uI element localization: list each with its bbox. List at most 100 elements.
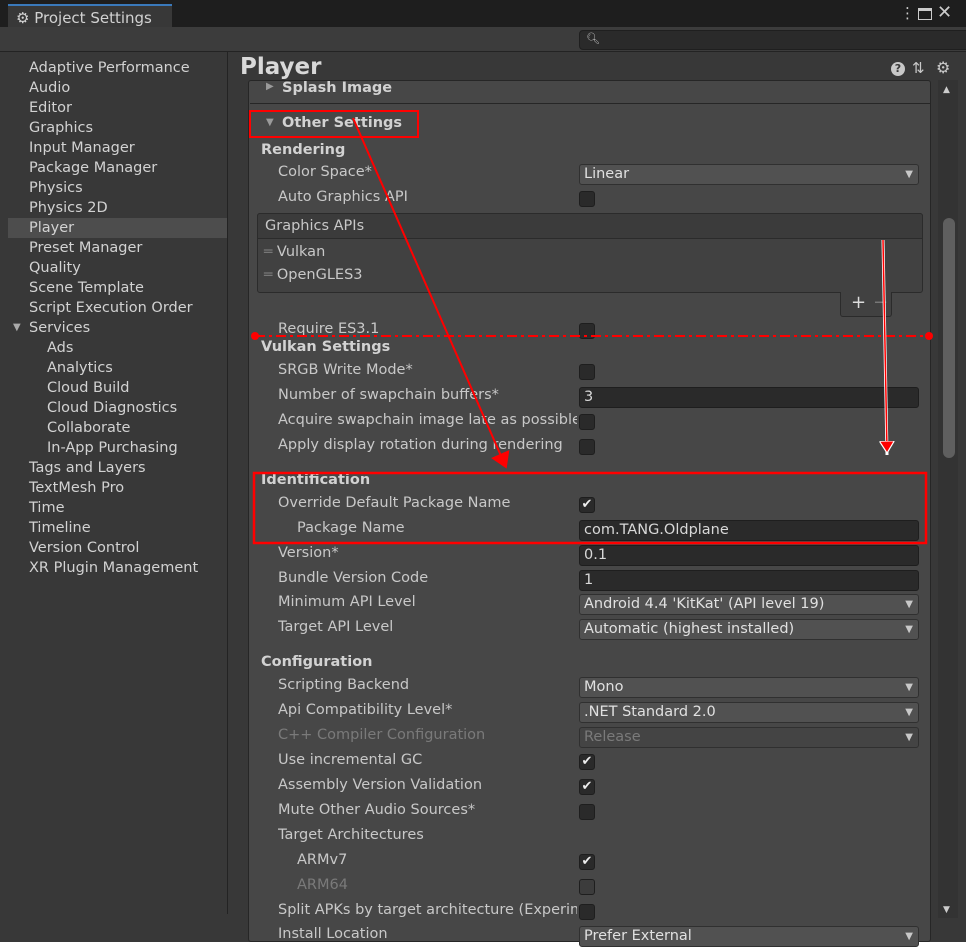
- drag-handle-icon[interactable]: ═: [264, 267, 272, 283]
- checkbox[interactable]: [579, 364, 595, 380]
- sidebar-item[interactable]: Timeline: [8, 518, 227, 538]
- help-icon[interactable]: ?: [891, 62, 905, 76]
- sidebar-item[interactable]: Player: [8, 218, 227, 238]
- settings-gear-icon[interactable]: ⚙: [936, 58, 950, 77]
- sidebar-item-label: Adaptive Performance: [29, 60, 190, 76]
- chevron-down-icon: ▼: [905, 624, 913, 635]
- graphics-api-item[interactable]: ═ OpenGLES3: [264, 267, 363, 283]
- add-remove-buttons: + −: [840, 292, 892, 317]
- scroll-down-icon[interactable]: ▼: [943, 905, 950, 915]
- sidebar-item[interactable]: XR Plugin Management: [8, 558, 227, 578]
- checkbox[interactable]: ✔: [579, 779, 595, 795]
- checkmark-icon: ✔: [581, 754, 593, 769]
- project-settings-tab[interactable]: ⚙ Project Settings: [8, 4, 172, 27]
- splash-image-foldout[interactable]: ▶ Splash Image: [250, 80, 930, 104]
- graphics-api-item[interactable]: ═ Vulkan: [264, 244, 325, 260]
- dropdown[interactable]: Automatic (highest installed) ▼: [579, 619, 919, 640]
- field-label: Apply display rotation during rendering: [278, 437, 563, 453]
- section-header: Vulkan Settings: [261, 339, 391, 355]
- text-field[interactable]: 0.1: [579, 545, 919, 566]
- sidebar-item[interactable]: Collaborate: [8, 418, 227, 438]
- checkbox[interactable]: [579, 904, 595, 920]
- sidebar-item[interactable]: Ads: [8, 338, 227, 358]
- scrollbar-thumb[interactable]: [943, 218, 955, 458]
- field-label: Api Compatibility Level*: [278, 702, 453, 718]
- sidebar-item[interactable]: Time: [8, 498, 227, 518]
- sidebar-item[interactable]: Cloud Build: [8, 378, 227, 398]
- sidebar-item[interactable]: Audio: [8, 78, 227, 98]
- sidebar-item[interactable]: Analytics: [8, 358, 227, 378]
- sidebar-item[interactable]: Graphics: [8, 118, 227, 138]
- sidebar-item-label: Version Control: [29, 540, 140, 556]
- checkmark-icon: ✔: [581, 779, 593, 794]
- dropdown[interactable]: Linear ▼: [579, 164, 919, 185]
- preset-icon[interactable]: ⇅: [912, 59, 925, 77]
- dropdown-value: Android 4.4 'KitKat' (API level 19): [584, 596, 825, 612]
- settings-sidebar: Adaptive Performance Audio Editor Graphics I…: [8, 52, 228, 914]
- maximize-icon[interactable]: [918, 8, 932, 20]
- dropdown-value: Release: [584, 729, 641, 745]
- checkbox[interactable]: [579, 439, 595, 455]
- sidebar-item[interactable]: Input Manager: [8, 138, 227, 158]
- drag-handle-icon[interactable]: ═: [264, 244, 272, 260]
- sidebar-item-label: Services: [29, 320, 91, 336]
- sidebar-item[interactable]: Package Manager: [8, 158, 227, 178]
- graphics-apis-header: Graphics APIs: [257, 213, 923, 239]
- text-field[interactable]: com.TANG.Oldplane: [579, 520, 919, 541]
- tab-title: Project Settings: [34, 9, 152, 27]
- dropdown[interactable]: Mono ▼: [579, 677, 919, 698]
- checkbox[interactable]: ✔: [579, 497, 595, 513]
- vertical-scrollbar[interactable]: ▲ ▼: [938, 80, 958, 918]
- scroll-up-icon[interactable]: ▲: [943, 85, 950, 95]
- foldout-label: Other Settings: [282, 115, 403, 131]
- sidebar-item[interactable]: Quality: [8, 258, 227, 278]
- sidebar-item[interactable]: Physics: [8, 178, 227, 198]
- field-label: Target API Level: [278, 619, 394, 635]
- sidebar-item[interactable]: Preset Manager: [8, 238, 227, 258]
- sidebar-item-label: Package Manager: [29, 160, 158, 176]
- dropdown[interactable]: .NET Standard 2.0 ▼: [579, 702, 919, 723]
- dropdown[interactable]: Android 4.4 'KitKat' (API level 19) ▼: [579, 594, 919, 615]
- other-settings-foldout[interactable]: ▼ Other Settings: [250, 114, 550, 136]
- sidebar-item-label: Collaborate: [47, 420, 131, 436]
- sidebar-item[interactable]: Version Control: [8, 538, 227, 558]
- field-label: Acquire swapchain image late as possible: [278, 412, 577, 428]
- sidebar-item[interactable]: Tags and Layers: [8, 458, 227, 478]
- field-label: Auto Graphics API: [278, 189, 408, 205]
- text-field[interactable]: 1: [579, 570, 919, 591]
- sidebar-item[interactable]: Editor: [8, 98, 227, 118]
- field-label: Version*: [278, 545, 339, 561]
- sidebar-item-label: Editor: [29, 100, 72, 116]
- checkbox[interactable]: ✔: [579, 854, 595, 870]
- field-label: C++ Compiler Configuration: [278, 727, 486, 743]
- sidebar-item-label: Cloud Build: [47, 380, 130, 396]
- field-label: Use incremental GC: [278, 752, 423, 768]
- sidebar-item[interactable]: In-App Purchasing: [8, 438, 227, 458]
- foldout-expanded-icon[interactable]: ▼: [13, 318, 21, 338]
- text-field[interactable]: 3: [579, 387, 919, 408]
- field-label: Number of swapchain buffers*: [278, 387, 499, 403]
- checkbox[interactable]: [579, 414, 595, 430]
- sidebar-item[interactable]: Adaptive Performance: [8, 58, 227, 78]
- checkbox[interactable]: [579, 804, 595, 820]
- field-label: ARMv7: [297, 852, 348, 868]
- checkbox[interactable]: ✔: [579, 754, 595, 770]
- chevron-down-icon: ▼: [905, 732, 913, 743]
- search-input[interactable]: 🔍︎: [579, 30, 966, 50]
- remove-api-button[interactable]: −: [873, 292, 888, 313]
- sidebar-item[interactable]: TextMesh Pro: [8, 478, 227, 498]
- checkbox[interactable]: [579, 323, 595, 339]
- sidebar-item[interactable]: Script Execution Order: [8, 298, 227, 318]
- dropdown[interactable]: Prefer External ▼: [579, 926, 919, 947]
- sidebar-item[interactable]: Physics 2D: [8, 198, 227, 218]
- sidebar-item[interactable]: Scene Template: [8, 278, 227, 298]
- sidebar-item[interactable]: ▼ Services: [8, 318, 227, 338]
- sidebar-item-label: Audio: [29, 80, 71, 96]
- more-options-icon[interactable]: ⋮: [900, 4, 915, 22]
- sidebar-item-label: Physics 2D: [29, 200, 108, 216]
- sidebar-item[interactable]: Cloud Diagnostics: [8, 398, 227, 418]
- close-icon[interactable]: ✕: [937, 2, 952, 23]
- section-header: Rendering: [261, 142, 346, 158]
- checkbox[interactable]: [579, 191, 595, 207]
- add-api-button[interactable]: +: [851, 292, 866, 313]
